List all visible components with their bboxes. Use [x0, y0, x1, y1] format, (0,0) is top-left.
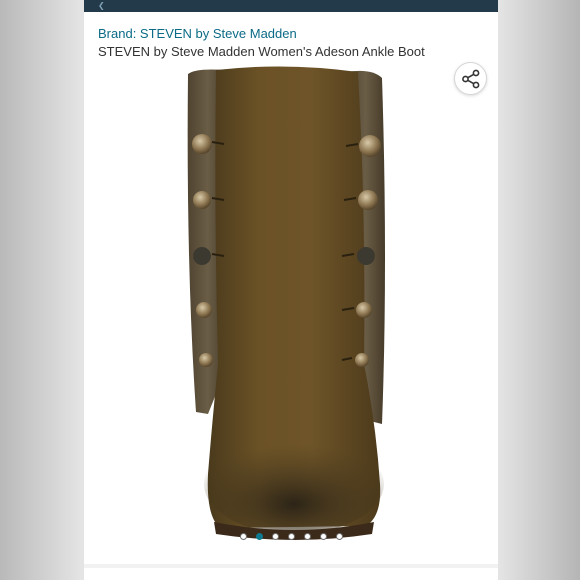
carousel-dots: [84, 533, 498, 545]
carousel-dot[interactable]: [239, 533, 247, 540]
carousel-dot[interactable]: [271, 533, 279, 540]
product-image[interactable]: [176, 64, 406, 542]
carousel-dot[interactable]: [255, 533, 263, 540]
boot-toe: [204, 434, 384, 534]
carousel-dot[interactable]: [303, 533, 311, 540]
next-section-card: [84, 568, 498, 580]
back-icon[interactable]: ❮: [98, 2, 106, 10]
product-page: ❮ Brand: STEVEN by Steve Madden STEVEN b…: [84, 0, 498, 580]
product-title: STEVEN by Steve Madden Women's Adeson An…: [98, 44, 425, 59]
carousel-dot[interactable]: [335, 533, 343, 540]
app-header-bar: ❮: [84, 0, 498, 12]
brand-link[interactable]: Brand: STEVEN by Steve Madden: [98, 26, 297, 41]
product-card: Brand: STEVEN by Steve Madden STEVEN by …: [84, 12, 498, 564]
share-icon: [461, 69, 479, 88]
share-button[interactable]: [454, 62, 487, 95]
carousel-dot[interactable]: [319, 533, 327, 540]
carousel-dot[interactable]: [287, 533, 295, 540]
